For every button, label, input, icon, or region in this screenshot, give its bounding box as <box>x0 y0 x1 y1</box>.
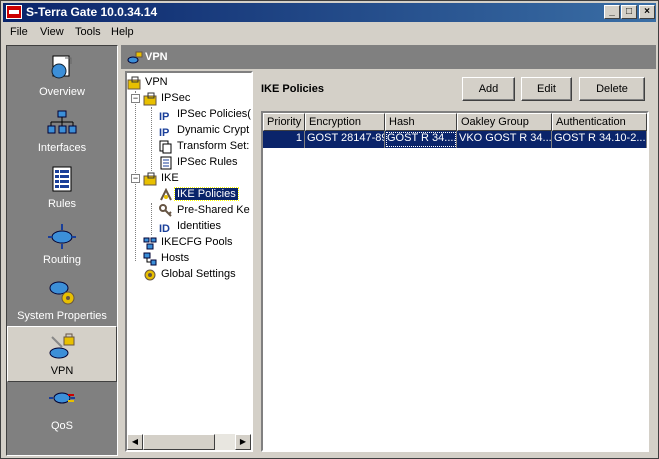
nav-item-vpn[interactable]: VPN <box>7 326 117 382</box>
table-row[interactable]: 1 GOST 28147-89 GOST R 34.... VKO GOST R… <box>263 131 647 148</box>
nav-label: System Properties <box>17 310 107 322</box>
nav-sidebar: Overview Interfaces Rules Routing System… <box>6 45 118 456</box>
nav-label: Routing <box>43 254 81 266</box>
cell-hash: GOST R 34.... <box>385 131 457 148</box>
collapse-icon[interactable]: − <box>131 94 140 103</box>
content-area: VPN VPN − IPSec IP IPSec Policies(C IP D… <box>121 45 656 456</box>
tree-label: Hosts <box>161 252 190 264</box>
delete-button[interactable]: Delete <box>579 77 645 101</box>
nav-item-overview[interactable]: Overview <box>7 48 117 104</box>
nav-label: VPN <box>50 365 74 377</box>
tree-label: Pre-Shared Ke <box>177 204 250 216</box>
nav-item-system-properties[interactable]: System Properties <box>7 272 117 328</box>
svg-text:IP: IP <box>159 127 169 138</box>
column-header-authentication[interactable]: Authentication <box>552 113 647 131</box>
scroll-thumb[interactable] <box>143 434 215 450</box>
nav-label: QoS <box>50 420 73 432</box>
tree-label: IKE Policies <box>174 187 239 201</box>
tree-label: Dynamic Crypt <box>177 124 250 136</box>
transform-set-icon <box>159 140 172 154</box>
ike-policy-icon <box>160 188 172 201</box>
nav-label: Overview <box>39 86 85 98</box>
folder-lock-icon <box>143 172 157 186</box>
system-properties-icon <box>49 281 75 305</box>
column-header-oakley-group[interactable]: Oakley Group <box>457 113 552 131</box>
tree-label: Global Settings <box>161 268 236 280</box>
ipsec-policy-icon: IP <box>159 111 169 122</box>
tree-label: Identities <box>177 220 222 232</box>
panel-title: IKE Policies <box>261 83 324 95</box>
scroll-right-icon[interactable]: ▶ <box>235 434 251 450</box>
nav-item-qos[interactable]: QoS <box>7 382 117 438</box>
tree-label: IPSec <box>161 92 191 104</box>
nav-label: Rules <box>47 198 77 210</box>
ike-policies-table[interactable]: Priority Encryption Hash Oakley Group Au… <box>261 111 649 452</box>
ikecfg-pool-icon <box>143 237 157 250</box>
vpn-icon <box>49 333 75 359</box>
hosts-icon <box>143 252 157 266</box>
qos-icon <box>49 392 75 404</box>
tree-label: IKE <box>161 172 179 184</box>
column-header-priority[interactable]: Priority <box>263 113 305 131</box>
vpn-tree[interactable]: VPN − IPSec IP IPSec Policies(C IP Dynam… <box>125 71 253 452</box>
svg-text:IP: IP <box>159 111 169 122</box>
dynamic-crypto-icon: IP <box>159 127 169 138</box>
add-button[interactable]: Add <box>462 77 515 101</box>
overview-icon <box>51 55 72 79</box>
window-title: S-Terra Gate 10.0.34.14 <box>26 5 158 19</box>
svg-text:ID: ID <box>159 223 170 234</box>
menu-bar: File View Tools Help <box>3 23 656 42</box>
tree-label: IKECFG Pools <box>161 236 233 248</box>
cell-priority: 1 <box>263 131 305 148</box>
tree-label: Transform Set: <box>177 140 250 152</box>
collapse-icon[interactable]: − <box>131 174 140 183</box>
cell-encryption: GOST 28147-89 <box>305 131 385 148</box>
table-header: Priority Encryption Hash Oakley Group Au… <box>263 113 647 131</box>
rules-icon <box>52 166 72 192</box>
scroll-left-icon[interactable]: ◀ <box>127 434 143 450</box>
nav-item-interfaces[interactable]: Interfaces <box>7 104 117 160</box>
folder-lock-icon <box>127 76 141 90</box>
global-settings-icon <box>144 269 156 281</box>
nav-item-routing[interactable]: Routing <box>7 216 117 272</box>
menu-file[interactable]: File <box>10 26 28 38</box>
minimize-button[interactable]: _ <box>604 5 620 19</box>
column-header-encryption[interactable]: Encryption <box>305 113 385 131</box>
tree-label: IPSec Policies(C <box>177 108 253 120</box>
cell-oakley-group: VKO GOST R 34.... <box>457 131 552 148</box>
menu-view[interactable]: View <box>40 26 64 38</box>
column-header-hash[interactable]: Hash <box>385 113 457 131</box>
maximize-button[interactable]: □ <box>621 5 637 19</box>
nav-item-rules[interactable]: Rules <box>7 160 117 216</box>
folder-lock-icon <box>143 92 157 106</box>
main-window: S-Terra Gate 10.0.34.14 _ □ × File View … <box>0 0 659 459</box>
tree-label: IPSec Rules <box>177 156 238 168</box>
cell-authentication: GOST R 34.10-2... <box>552 131 647 148</box>
section-header: VPN <box>121 45 656 69</box>
app-logo-icon <box>6 5 22 19</box>
tree-horizontal-scrollbar[interactable]: ◀ ▶ <box>127 434 251 450</box>
identity-icon: ID <box>159 223 170 234</box>
close-button[interactable]: × <box>639 5 655 19</box>
menu-help[interactable]: Help <box>111 26 134 38</box>
edit-button[interactable]: Edit <box>521 77 572 101</box>
tree-label: VPN <box>145 76 168 88</box>
ipsec-rules-icon <box>160 156 172 170</box>
section-title: VPN <box>145 51 168 63</box>
vpn-icon <box>127 51 143 64</box>
interfaces-icon <box>47 110 77 134</box>
menu-tools[interactable]: Tools <box>75 26 101 38</box>
nav-label: Interfaces <box>37 142 87 154</box>
title-bar[interactable]: S-Terra Gate 10.0.34.14 _ □ × <box>3 3 656 22</box>
routing-icon <box>48 224 76 249</box>
key-icon <box>159 204 172 217</box>
